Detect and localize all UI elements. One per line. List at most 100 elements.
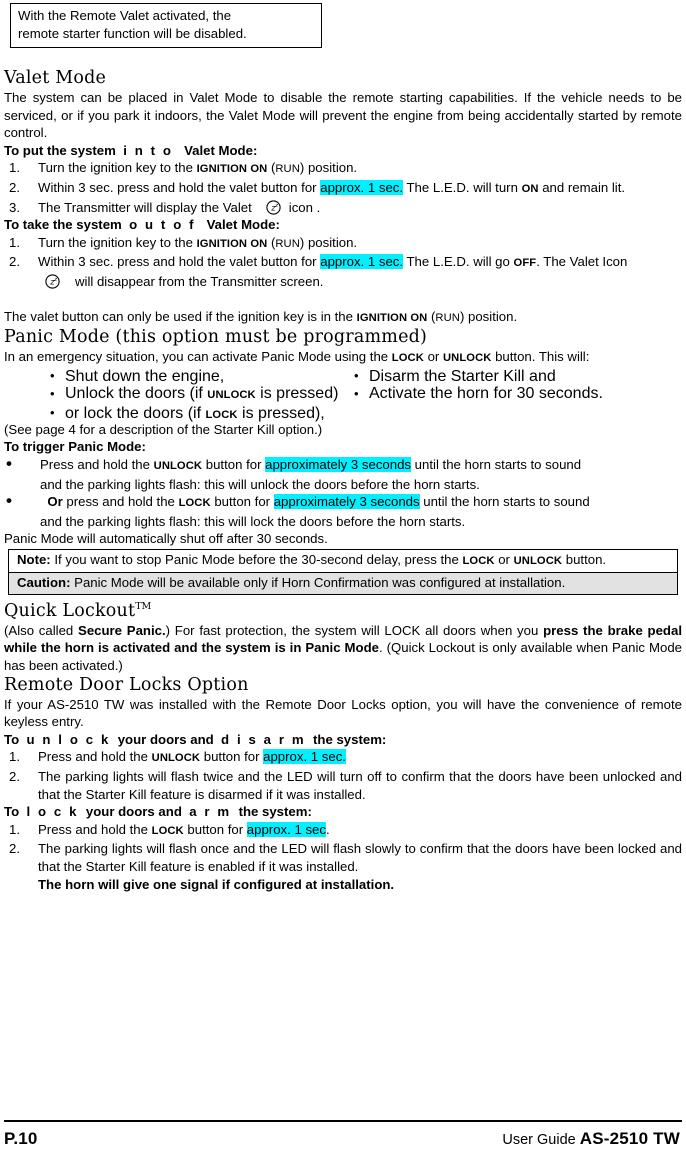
valet-sleep-icon: zz [45, 274, 60, 289]
step-text-pre: The Transmitter will display the Valet [38, 199, 252, 215]
highlight-approx-3-seconds: approximately 3 seconds [273, 494, 420, 510]
highlight-approx-1-sec: approx. 1 sec. [320, 254, 404, 270]
caution-text: Panic Mode will be available only if Hor… [70, 575, 566, 591]
note-text-mid: or [494, 551, 514, 567]
trigger-text-line2: and the parking lights flash: this will … [40, 513, 466, 529]
off-smallcaps: OFF [513, 257, 537, 270]
bullet-text: Shut down the engine, [65, 367, 225, 385]
lock-head-pre: To [4, 804, 20, 820]
trigger-text-mid: button for [202, 456, 266, 472]
take-out-valet-heading: To take the system o u t o f Valet Mode: [4, 216, 682, 234]
valet-mode-intro: The system can be placed in Valet Mode t… [4, 90, 682, 141]
highlight-approx-1-sec: approx. 1 sec. [320, 179, 404, 195]
unlock-disarm-steps: 1. Press and hold the UNLOCK button for a… [4, 748, 682, 803]
step-text-post: and remain lit. [538, 179, 626, 195]
step-text-mid: The L.E.D. will turn [403, 179, 522, 195]
ignition-on-smallcaps: IGNITION ON [356, 311, 428, 324]
list-item: Press and hold the UNLOCK button for app… [4, 455, 682, 493]
step-number: 1. [9, 821, 20, 837]
lock-smallcaps: LOCK [151, 824, 184, 837]
document-page: With the Remote Valet activated, the rem… [0, 3, 686, 1167]
trigger-text-post: until the horn starts to sound [411, 456, 582, 472]
ql-pre: (Also called [4, 622, 79, 638]
unlock-head-spaced: u n l o c k [26, 731, 111, 747]
step-item: 1. Press and hold the UNLOCK button for a… [4, 748, 682, 768]
trigger-text-line2: and the parking lights flash: this will … [40, 476, 480, 492]
note-text-pre: If you want to stop Panic Mode before th… [50, 551, 463, 567]
remote-door-locks-intro: If your AS-2510 TW was installed with th… [4, 696, 682, 730]
callout-line-1: With the Remote Valet activated, the [18, 8, 232, 23]
page-number: P.10 [4, 1129, 38, 1148]
run-smallcaps: RUN [275, 237, 300, 250]
lock-smallcaps: LOCK [462, 554, 495, 567]
highlight-approx-1-sec: approx. 1 sec. [263, 749, 346, 765]
step-item: 3. The Transmitter will display the Valet… [4, 199, 682, 217]
highlight-approx-3-seconds: approximately 3 seconds [265, 456, 412, 472]
remote-valet-callout: With the Remote Valet activated, the rem… [10, 3, 322, 48]
lock-smallcaps: LOCK [178, 497, 211, 510]
step-text-mid: button for [183, 821, 247, 837]
trigger-text-pre: press and hold the [62, 494, 179, 510]
step-item: 1. Turn the ignition key to the IGNITION … [4, 159, 682, 179]
valet-note-pre: The valet button can only be used if the… [4, 308, 357, 324]
put-into-valet-pre: To put the system [4, 142, 116, 158]
bullet-text: Activate the horn for 30 seconds. [369, 385, 603, 403]
step-text-pre: Within 3 sec. press and hold the valet b… [38, 254, 321, 270]
trigger-text-post: until the horn starts to sound [419, 494, 590, 510]
svg-text:z: z [54, 277, 58, 283]
step-text-pre: Press and hold the [38, 821, 152, 837]
step-number: 1. [9, 160, 20, 176]
step-item: 1. Press and hold the LOCK button for app… [4, 821, 682, 841]
step-number: 1. [9, 234, 20, 250]
panic-effects-right-column: Disarm the Starter Kill and Activate the… [352, 367, 682, 403]
trigger-text-pre: Press and hold the [40, 456, 154, 472]
take-out-valet-spaced: o u t o f [129, 217, 196, 233]
note-caution-box: Note: If you want to stop Panic Mode bef… [8, 548, 678, 596]
list-item: or lock the doors (if LOCK is pressed), [48, 404, 348, 425]
unlock-smallcaps: UNLOCK [207, 389, 256, 402]
footer-guide-label: User Guide AS-2510 TW [502, 1129, 680, 1149]
quick-lockout-heading: Quick LockoutTM [4, 596, 682, 622]
trademark-superscript: TM [135, 601, 152, 613]
step-item: 2. Within 3 sec. press and hold the valet… [4, 253, 682, 290]
footer-divider [4, 1120, 682, 1122]
lock-smallcaps: LOCK [205, 408, 238, 421]
ql-mid: ) For fast protection, the system will L… [165, 622, 544, 638]
panic-mode-heading: Panic Mode (this option must be programm… [4, 327, 428, 348]
step-item: 1. Turn the ignition key to the IGNITION … [4, 234, 682, 254]
user-guide-text: User Guide [502, 1132, 580, 1148]
horn-signal-note: The horn will give one signal if configu… [38, 876, 395, 892]
step-item: 2. Within 3 sec. press and hold the valet… [4, 179, 682, 199]
arm-head-spaced: a r m [189, 804, 232, 820]
unlock-smallcaps: UNLOCK [442, 352, 492, 365]
ql-secure-panic: Secure Panic. [78, 622, 166, 638]
quick-lockout-title: Quick Lockout [4, 600, 136, 621]
lock-head-post: the system: [238, 804, 312, 820]
lock-arm-steps: 1. Press and hold the LOCK button for app… [4, 821, 682, 893]
callout-line-2: remote starter function will be disabled… [18, 26, 247, 41]
list-item: Shut down the engine, [48, 367, 348, 386]
take-out-valet-steps: 1. Turn the ignition key to the IGNITION … [4, 234, 682, 291]
panic-shutoff-note: Panic Mode will automatically shut off a… [4, 531, 328, 547]
step-number: 2. [9, 179, 20, 195]
step-item: 2. The parking lights will flash twice an… [4, 768, 682, 803]
put-into-valet-post: Valet Mode: [184, 142, 258, 158]
list-item: Disarm the Starter Kill and [352, 367, 682, 386]
list-item: Activate the horn for 30 seconds. [352, 385, 682, 403]
step-text-post: ) position. [299, 160, 358, 176]
note-label: Note: [17, 551, 51, 567]
step-text-pre: Press and hold the [38, 749, 152, 765]
run-smallcaps: RUN [435, 311, 460, 324]
step-number: 3. [9, 199, 20, 215]
step-number: 2. [9, 254, 20, 270]
list-item: Unlock the doors (if UNLOCK is pressed) [48, 385, 348, 405]
bullet-text: Disarm the Starter Kill and [369, 367, 556, 385]
trigger-panic-list: Press and hold the UNLOCK button for app… [4, 455, 682, 530]
trigger-lead: Or [47, 494, 63, 510]
valet-mode-heading: Valet Mode [4, 68, 107, 88]
caution-label: Caution: [17, 575, 71, 591]
step-text-post: . The Valet Icon [536, 254, 628, 270]
valet-note-post: ) position. [459, 308, 518, 324]
put-into-valet-steps: 1. Turn the ignition key to the IGNITION … [4, 159, 682, 216]
step-number: 1. [9, 749, 20, 765]
